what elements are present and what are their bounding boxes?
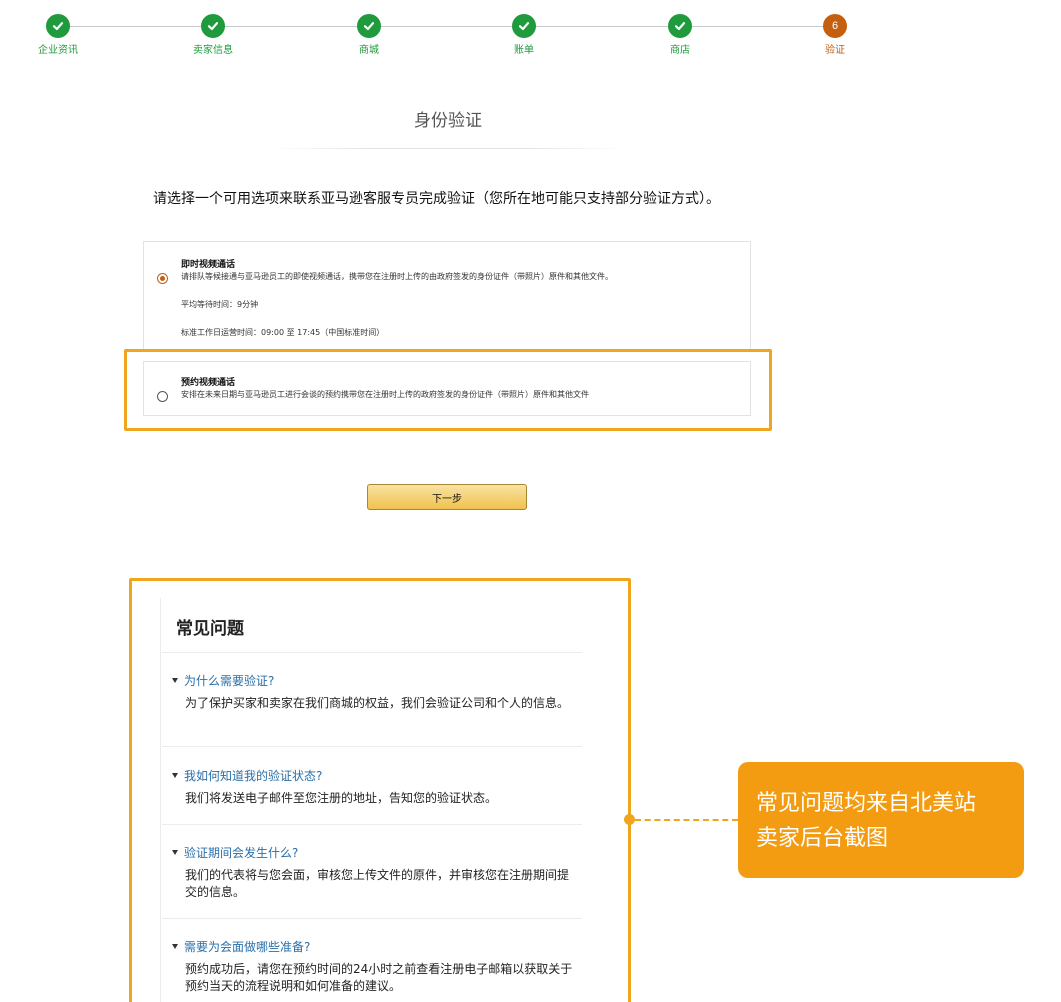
highlight-frame-option xyxy=(124,349,772,431)
title-divider xyxy=(268,148,628,149)
callout-connector-line xyxy=(635,819,738,821)
step-label: 商店 xyxy=(670,45,690,56)
step-number-badge: 6 xyxy=(823,14,847,38)
annotation-callout: 常见问题均来自北美站 卖家后台截图 xyxy=(738,762,1024,878)
callout-line-2: 卖家后台截图 xyxy=(756,826,889,851)
highlight-frame-faq xyxy=(129,578,631,1002)
check-icon xyxy=(357,14,381,38)
option-description: 请排队等候接通与亚马逊员工的即使视频通话，携带您在注册时上传的由政府签发的身份证… xyxy=(181,272,613,281)
check-icon xyxy=(46,14,70,38)
progress-stepper: 企业资讯 卖家信息 商城 账单 商店 6 验证 xyxy=(0,0,1061,70)
option-title: 即时视频通话 xyxy=(181,260,236,270)
callout-connector-dot xyxy=(624,814,635,825)
callout-line-1: 常见问题均来自北美站 xyxy=(756,791,977,816)
step-company-info[interactable]: 企业资讯 xyxy=(13,14,103,56)
step-verification[interactable]: 6 验证 xyxy=(790,14,880,56)
radio-instant-video-call[interactable] xyxy=(157,273,168,284)
instruction-text: 请选择一个可用选项来联系亚马逊客服专员完成验证（您所在地可能只支持部分验证方式）… xyxy=(153,191,720,207)
option-instant-video-call[interactable]: 即时视频通话 请排队等候接通与亚马逊员工的即使视频通话，携带您在注册时上传的由政… xyxy=(143,241,751,351)
option-wait-time: 平均等待时间：9分钟 xyxy=(181,300,259,309)
check-icon xyxy=(201,14,225,38)
option-hours: 标准工作日运营时间：09:00 至 17:45（中国标准时间） xyxy=(181,328,385,337)
page-title: 身份验证 xyxy=(414,111,482,131)
step-label: 企业资讯 xyxy=(38,45,78,56)
step-label: 卖家信息 xyxy=(193,45,233,56)
step-label: 账单 xyxy=(514,45,534,56)
step-store[interactable]: 商店 xyxy=(635,14,725,56)
next-button[interactable]: 下一步 xyxy=(367,484,527,510)
step-marketplace[interactable]: 商城 xyxy=(324,14,414,56)
step-billing[interactable]: 账单 xyxy=(479,14,569,56)
check-icon xyxy=(668,14,692,38)
step-label: 商城 xyxy=(359,45,379,56)
check-icon xyxy=(512,14,536,38)
step-label: 验证 xyxy=(825,45,845,56)
step-seller-info[interactable]: 卖家信息 xyxy=(168,14,258,56)
